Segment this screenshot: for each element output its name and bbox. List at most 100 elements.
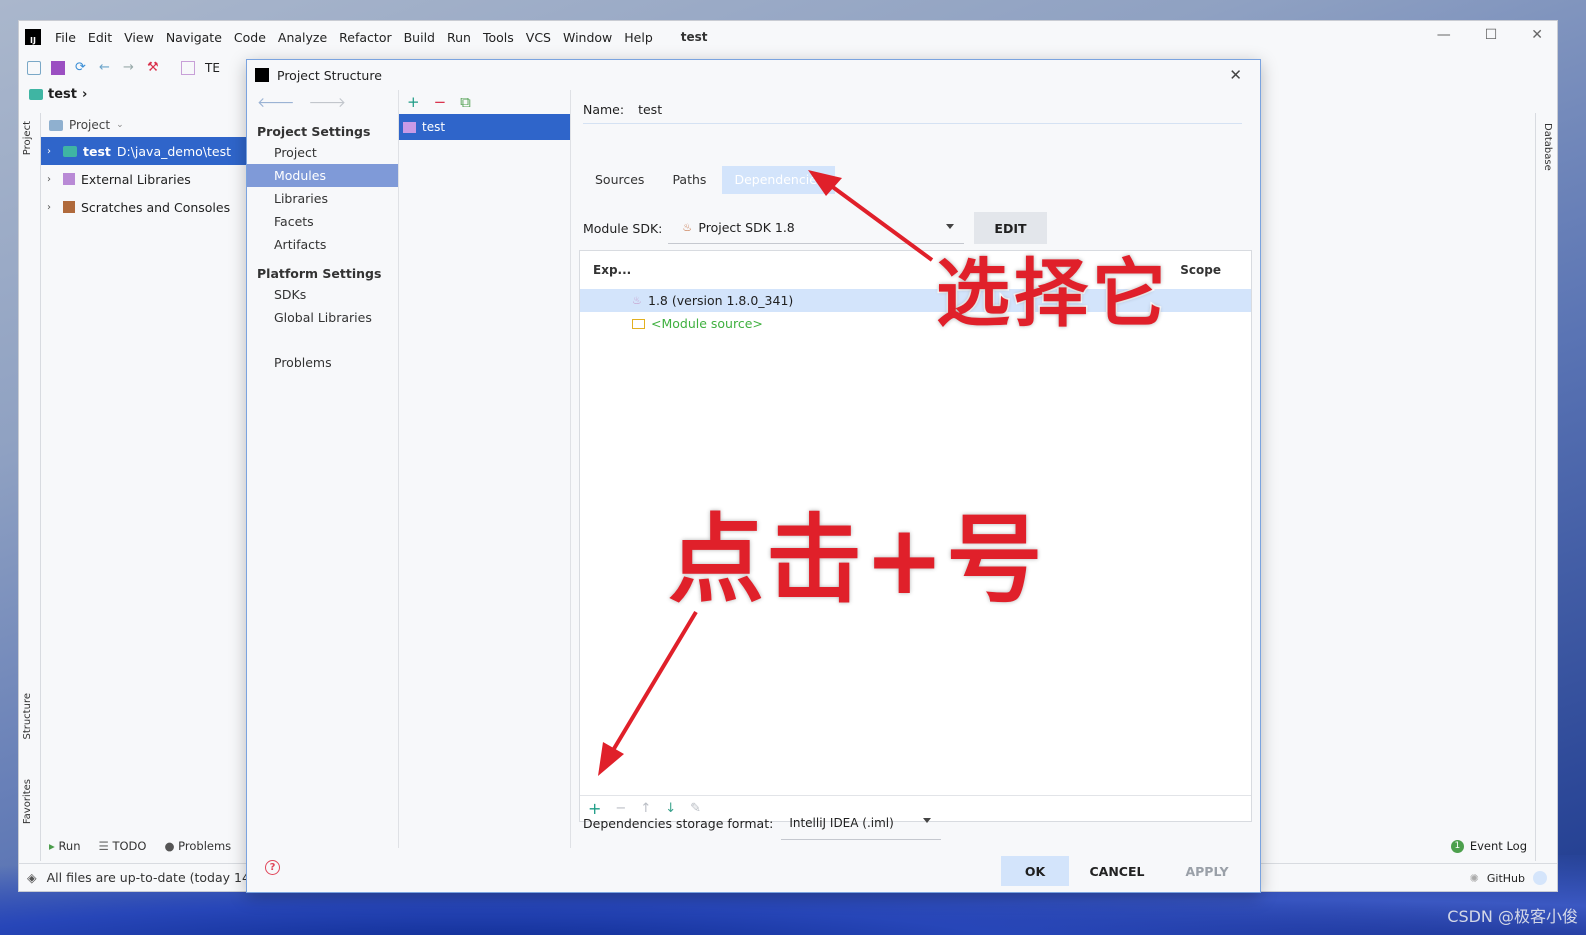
module-detail: Name: test Sources Paths Dependencies Mo…	[579, 90, 1252, 848]
tree-label: test	[83, 143, 111, 159]
back-icon[interactable]: ←	[99, 61, 113, 75]
status-text: All files are up-to-date (today 14:26	[46, 870, 271, 885]
col-export[interactable]: Exp...	[593, 263, 631, 277]
menu-analyze[interactable]: Analyze	[272, 30, 333, 45]
storage-format-label: Dependencies storage format:	[583, 815, 774, 831]
nav-item-global-libraries[interactable]: Global Libraries	[247, 306, 398, 329]
module-row-test[interactable]: test	[399, 114, 570, 140]
event-log-label: Event Log	[1469, 839, 1527, 853]
tree-label: External Libraries	[81, 171, 191, 187]
minimize-icon[interactable]: —	[1437, 27, 1451, 43]
nav-item-modules[interactable]: Modules	[247, 164, 398, 187]
menu-edit[interactable]: Edit	[82, 30, 118, 45]
bottom-tool-tabs: ▸ Run ☰ TODO ● Problems	[49, 839, 231, 853]
event-log-tab[interactable]: 1 Event Log	[1450, 839, 1527, 853]
problems-tool-tab[interactable]: ● Problems	[164, 839, 231, 853]
github-status[interactable]: ✺ GitHub	[1470, 871, 1547, 885]
dependency-label: <Module source>	[651, 316, 763, 331]
copy-icon[interactable]: ⧉	[460, 93, 471, 111]
nav-item-project[interactable]: Project	[247, 141, 398, 164]
intellij-logo-icon: IJ	[25, 29, 41, 45]
nav-item-sdks[interactable]: SDKs	[247, 283, 398, 306]
modules-list: + − ⧉ test	[399, 90, 571, 848]
module-sdk-select[interactable]: ♨ Project SDK 1.8	[668, 212, 965, 244]
expand-arrow-icon[interactable]: ›	[47, 174, 57, 185]
github-avatar-icon	[1533, 871, 1547, 885]
annotation-select-it: 选择它	[935, 250, 1170, 339]
breadcrumb-project[interactable]: test	[48, 87, 77, 102]
maximize-icon[interactable]: ☐	[1485, 27, 1498, 43]
problems-tab-label: Problems	[178, 839, 232, 853]
close-icon[interactable]: ✕	[1229, 66, 1242, 84]
cancel-button[interactable]: CANCEL	[1077, 856, 1157, 886]
run-config-label[interactable]: TE	[205, 61, 220, 75]
tree-path: D:\java_demo\test	[116, 143, 232, 159]
menu-refactor[interactable]: Refactor	[333, 30, 397, 45]
storage-format-select[interactable]: IntelliJ IDEA (.iml)	[781, 806, 942, 840]
java-sdk-icon: ♨	[632, 293, 642, 307]
todo-tab-label: TODO	[112, 839, 147, 853]
close-window-icon[interactable]: ✕	[1531, 27, 1543, 43]
run-config-icon[interactable]	[181, 61, 195, 75]
menu-view[interactable]: View	[118, 30, 160, 45]
menu-bar: IJ File Edit View Navigate Code Analyze …	[19, 21, 1557, 53]
menu-code[interactable]: Code	[228, 30, 272, 45]
forward-icon[interactable]: 🡒	[309, 94, 347, 111]
menu-tools[interactable]: Tools	[477, 30, 520, 45]
run-tool-tab[interactable]: ▸ Run	[49, 839, 81, 853]
expand-arrow-icon[interactable]: ›	[47, 202, 57, 213]
project-tool-tab[interactable]: Project	[22, 121, 33, 155]
right-tool-stripe: Database	[1535, 113, 1557, 861]
forward-icon[interactable]: →	[123, 61, 137, 75]
dialog-titlebar: Project Structure	[247, 60, 1260, 90]
project-view-label: Project	[69, 118, 111, 132]
chevron-down-icon: ⌄	[116, 120, 124, 130]
expand-arrow-icon[interactable]: ›	[47, 146, 57, 157]
dependency-label: 1.8 (version 1.8.0_341)	[648, 293, 794, 308]
name-field[interactable]: test	[638, 102, 662, 117]
sync-icon[interactable]: ⟳	[75, 61, 89, 75]
lightbulb-icon: ✺	[1469, 871, 1479, 885]
menu-navigate[interactable]: Navigate	[160, 30, 228, 45]
tab-dependencies[interactable]: Dependencies	[722, 166, 836, 194]
nav-item-libraries[interactable]: Libraries	[247, 187, 398, 210]
tab-paths[interactable]: Paths	[660, 166, 718, 194]
remove-icon[interactable]: −	[434, 93, 447, 111]
nav-item-problems[interactable]: Problems	[247, 351, 398, 374]
tree-row-test[interactable]: › test D:\java_demo\test	[41, 137, 249, 165]
col-scope[interactable]: Scope	[1180, 263, 1221, 277]
storage-format-value: IntelliJ IDEA (.iml)	[789, 815, 894, 830]
menu-window[interactable]: Window	[557, 30, 618, 45]
menu-run[interactable]: Run	[441, 30, 477, 45]
back-icon[interactable]: 🡐	[257, 94, 295, 111]
project-panel: Project ⌄ › test D:\java_demo\test › Ext…	[41, 113, 249, 831]
tree-row-scratches[interactable]: › Scratches and Consoles	[41, 193, 249, 221]
storage-format-row: Dependencies storage format: IntelliJ ID…	[583, 806, 942, 840]
event-count-badge: 1	[1450, 839, 1464, 853]
menu-help[interactable]: Help	[618, 30, 659, 45]
open-folder-icon[interactable]	[27, 61, 41, 75]
menu-build[interactable]: Build	[398, 30, 441, 45]
tree-row-external-libraries[interactable]: › External Libraries	[41, 165, 249, 193]
menu-vcs[interactable]: VCS	[520, 30, 557, 45]
menu-file[interactable]: File	[49, 30, 82, 45]
nav-item-facets[interactable]: Facets	[247, 210, 398, 233]
project-view-selector[interactable]: Project ⌄	[41, 113, 249, 137]
annotation-click-plus: 点击+号	[666, 503, 1045, 618]
database-tool-tab[interactable]: Database	[1542, 123, 1553, 171]
nav-section-platform-settings: Platform Settings	[257, 266, 382, 281]
todo-tool-tab[interactable]: ☰ TODO	[99, 839, 147, 853]
favorites-tool-tab[interactable]: Favorites	[22, 779, 33, 824]
layers-icon: ◈	[27, 870, 37, 885]
nav-item-artifacts[interactable]: Artifacts	[247, 233, 398, 256]
module-folder-icon	[63, 145, 77, 157]
tab-sources[interactable]: Sources	[583, 166, 656, 194]
build-hammer-icon[interactable]: ⚒	[147, 61, 161, 75]
save-icon[interactable]	[51, 61, 65, 75]
apply-button[interactable]: APPLY	[1167, 856, 1247, 886]
settings-nav: 🡐 🡒 Project Settings Project Modules Lib…	[247, 90, 399, 848]
help-icon[interactable]: ?	[265, 860, 280, 875]
add-icon[interactable]: +	[407, 93, 420, 111]
ok-button[interactable]: OK	[1001, 856, 1069, 886]
structure-tool-tab[interactable]: Structure	[22, 693, 33, 740]
